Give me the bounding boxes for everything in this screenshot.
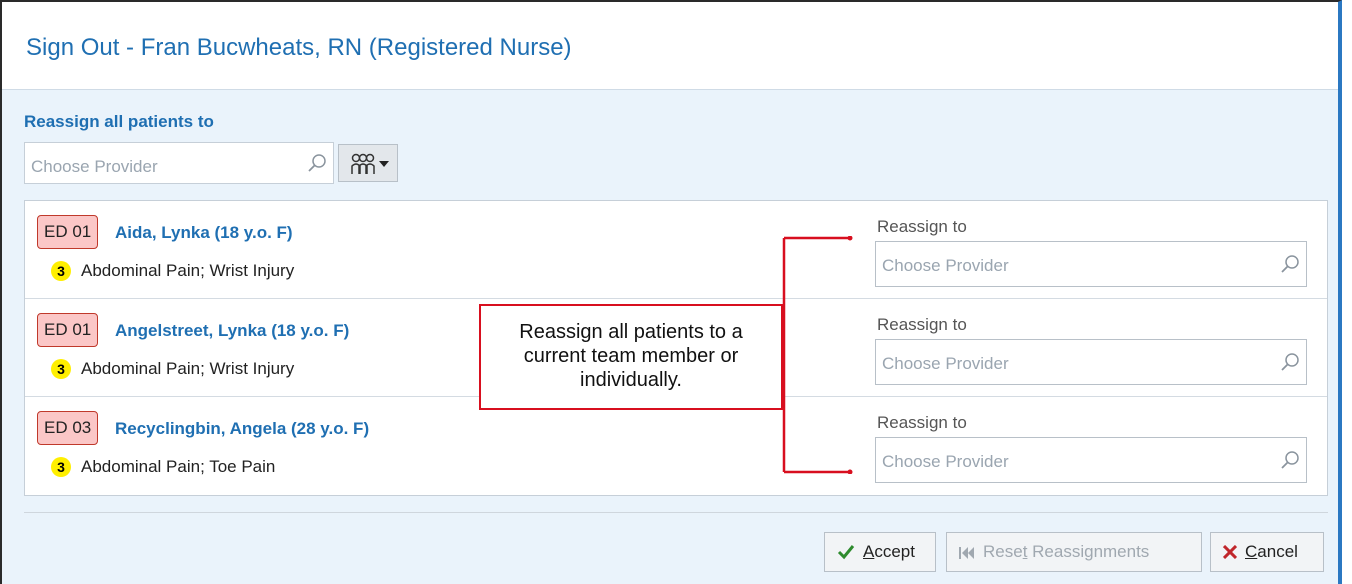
chief-complaint: Abdominal Pain; Wrist Injury — [81, 359, 295, 378]
reassign-to-placeholder: Choose Provider — [882, 256, 1009, 275]
rewind-icon — [959, 547, 974, 559]
reassign-to-label: Reassign to — [877, 315, 967, 334]
chevron-down-icon — [379, 161, 389, 167]
reassign-to-label: Reassign to — [877, 217, 967, 236]
reassign-to-input[interactable]: Choose Provider — [875, 339, 1307, 385]
cancel-button[interactable]: Cancel — [1210, 532, 1324, 572]
patient-name-link[interactable]: Aida, Lynka (18 y.o. F) — [115, 223, 293, 243]
room-badge: ED 01 — [37, 215, 99, 249]
search-icon[interactable] — [1280, 450, 1300, 470]
callout-bracket — [782, 236, 853, 474]
close-icon — [1223, 545, 1237, 559]
chief-complaint: Abdominal Pain; Toe Pain — [81, 457, 276, 476]
acuity-badge: 3 — [51, 359, 71, 379]
callout-annotation: Reassign all patients to a current team … — [479, 304, 783, 410]
dialog-title: Sign Out - Fran Bucwheats, RN (Registere… — [26, 34, 572, 61]
chief-complaint: Abdominal Pain; Wrist Injury — [81, 261, 295, 280]
reassign-to-input[interactable]: Choose Provider — [875, 241, 1307, 287]
reassign-all-label: Reassign all patients to — [24, 112, 214, 131]
patient-name-link[interactable]: Angelstreet, Lynka (18 y.o. F) — [115, 321, 349, 341]
patient-row[interactable]: ED 01 Aida, Lynka (18 y.o. F) 3 Abdomina… — [25, 201, 1327, 299]
reassign-all-search-input[interactable]: Choose Provider — [24, 142, 334, 184]
acuity-badge: 3 — [51, 457, 71, 477]
search-icon[interactable] — [1280, 254, 1300, 274]
search-icon[interactable] — [307, 153, 327, 173]
acuity-badge: 3 — [51, 261, 71, 281]
dialog-titlebar: Sign Out - Fran Bucwheats, RN (Registere… — [2, 2, 1338, 90]
accept-button[interactable]: Accept — [824, 532, 936, 572]
team-select-button[interactable] — [338, 144, 398, 182]
room-badge: ED 03 — [37, 411, 99, 445]
checkmark-icon — [837, 545, 855, 560]
accept-label: Accept — [863, 542, 915, 561]
patient-row[interactable]: ED 03 Recyclingbin, Angela (28 y.o. F) 3… — [25, 397, 1327, 495]
reassign-to-input[interactable]: Choose Provider — [875, 437, 1307, 483]
sign-out-dialog: Sign Out - Fran Bucwheats, RN (Registere… — [0, 0, 1342, 584]
search-icon[interactable] — [1280, 352, 1300, 372]
patient-name-link[interactable]: Recyclingbin, Angela (28 y.o. F) — [115, 419, 369, 439]
team-icon — [351, 153, 375, 174]
reassign-to-placeholder: Choose Provider — [882, 452, 1009, 471]
reassign-to-label: Reassign to — [877, 413, 967, 432]
reset-reassignments-button[interactable]: Reset Reassignments — [946, 532, 1202, 572]
footer-divider — [24, 512, 1328, 513]
room-badge: ED 01 — [37, 313, 99, 347]
reassign-all-placeholder: Choose Provider — [31, 157, 158, 176]
cancel-label: Cancel — [1245, 542, 1298, 561]
reset-label: Reset Reassignments — [983, 542, 1150, 561]
reassign-to-placeholder: Choose Provider — [882, 354, 1009, 373]
